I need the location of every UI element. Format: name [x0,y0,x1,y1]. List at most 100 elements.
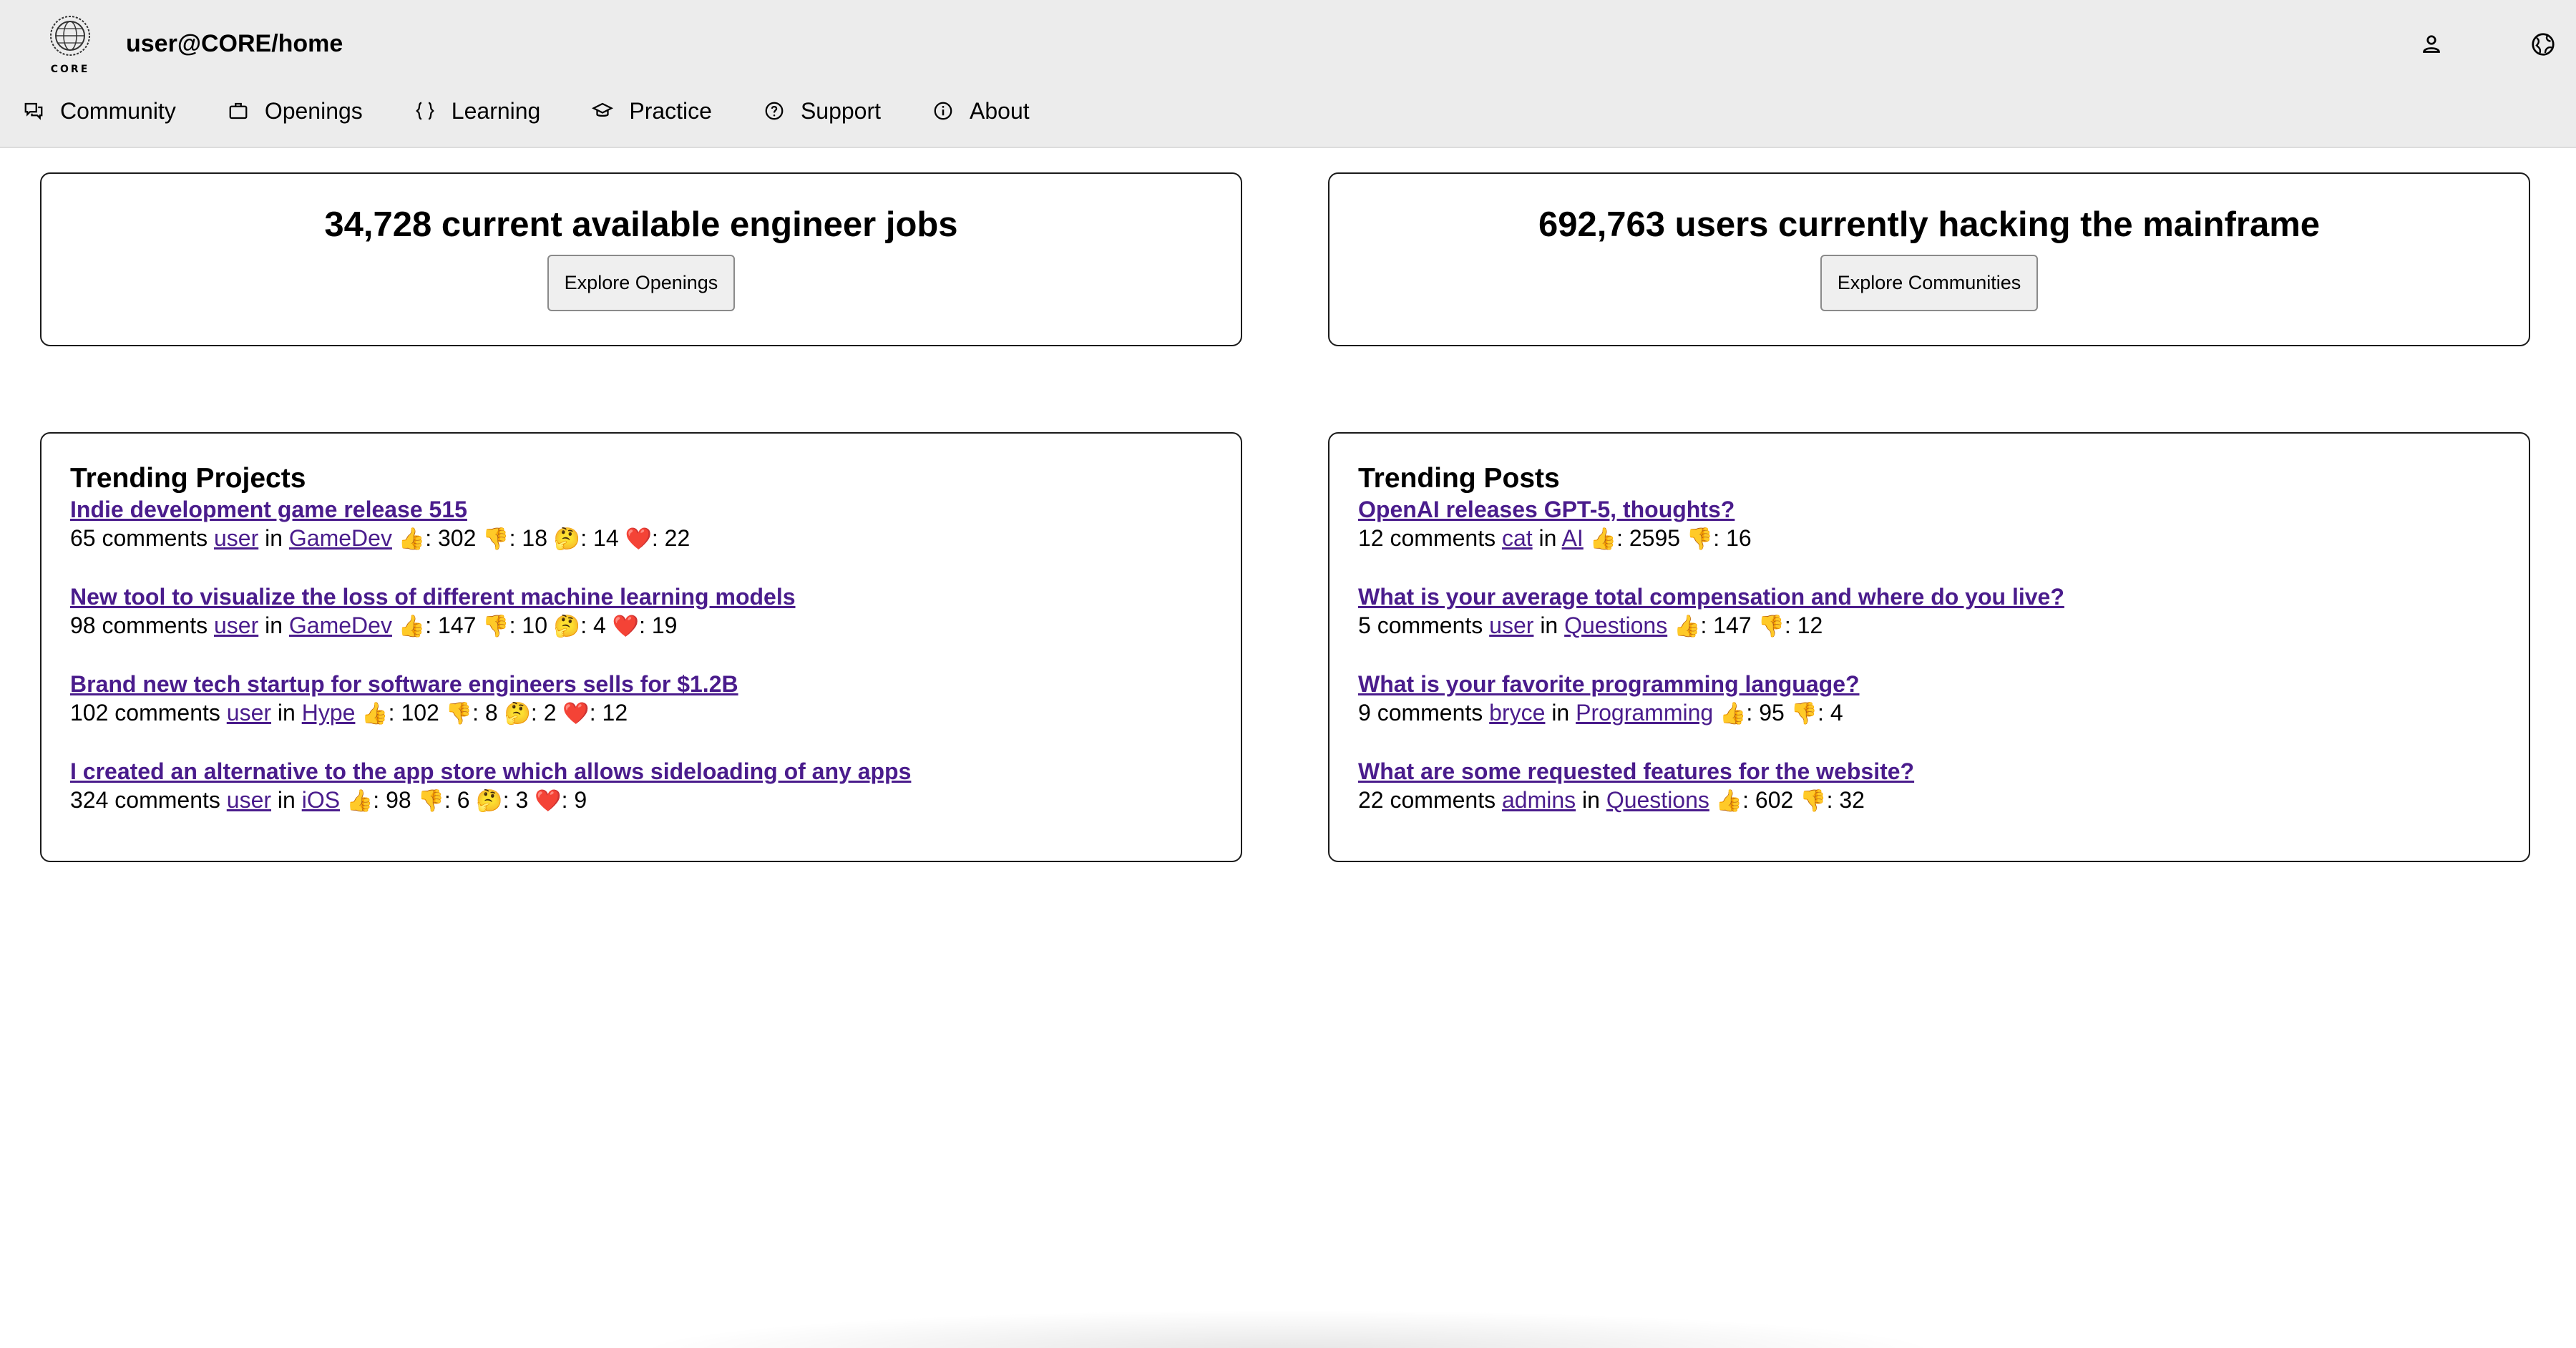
heart-count: 19 [651,612,678,638]
dislike-count: 6 [457,787,470,813]
nav-community[interactable]: Community [23,98,176,124]
post-title-link[interactable]: What is your average total compensation … [1358,582,2500,611]
like-count: 602 [1755,787,1794,813]
author-link[interactable]: bryce [1489,700,1545,726]
separator: : [502,787,516,813]
nav-practice-label: Practice [629,97,712,124]
thumbs-up-icon: 👍 [398,527,426,552]
project-title-link[interactable]: I created an alternative to the app stor… [70,757,1212,786]
comment-count: 5 comments [1358,612,1483,638]
thumbs-down-icon: 👎 [1790,701,1818,726]
separator: : [1700,612,1714,638]
users-stat-card: 692,763 users currently hacking the main… [1328,172,2530,346]
user-icon[interactable] [2419,31,2444,57]
nav-learning[interactable]: Learning [414,98,540,124]
trending-posts-title: Trending Posts [1358,463,1560,494]
author-link[interactable]: cat [1502,525,1533,551]
author-link[interactable]: user [227,700,271,726]
separator: : [530,700,544,726]
nav-support[interactable]: Support [763,98,881,124]
author-link[interactable]: user [227,787,271,813]
jobs-stat-title: 34,728 current available engineer jobs [324,205,958,244]
nav-about-label: About [970,97,1030,124]
thinking-count: 2 [543,700,557,726]
thinking-face-icon: 🤔 [553,614,581,639]
author-link[interactable]: admins [1502,787,1576,813]
community-link[interactable]: iOS [302,787,340,813]
comment-count: 98 comments [70,612,208,638]
list-item: I created an alternative to the app stor… [70,757,1212,816]
explore-communities-button[interactable]: Explore Communities [1820,254,2039,311]
comment-count: 102 comments [70,700,220,726]
help-circle-icon [765,102,784,120]
separator: : [1742,787,1755,813]
community-link[interactable]: Questions [1564,612,1667,638]
comment-count: 22 comments [1358,787,1496,813]
dislike-count: 10 [522,612,547,638]
post-meta: 12 comments cat in AI 👍: 2595 👎: 16 [1358,524,2500,554]
site-title[interactable]: user@CORE/home [126,30,343,58]
nav-practice[interactable]: Practice [592,98,712,124]
post-title-link[interactable]: What are some requested features for the… [1358,757,2500,786]
like-count: 302 [437,525,477,551]
community-link[interactable]: GameDev [289,612,392,638]
separator: : [472,700,485,726]
community-link[interactable]: Programming [1576,700,1713,726]
nav-openings-label: Openings [264,97,363,124]
community-link[interactable]: Questions [1606,787,1709,813]
top-header: CORE user@CORE/home Community Openings L… [0,0,2576,148]
separator: : [639,612,652,638]
in-label: in [1540,612,1558,638]
bottom-shadow [630,1309,1946,1348]
trending-projects-title: Trending Projects [70,463,306,494]
project-title-link[interactable]: Indie development game release 515 [70,495,1212,524]
thumbs-down-icon: 👎 [1686,527,1714,552]
thumbs-up-icon: 👍 [361,701,389,726]
heart-icon: ❤️ [562,701,590,726]
post-title-link[interactable]: OpenAI releases GPT-5, thoughts? [1358,495,2500,524]
thumbs-up-icon: 👍 [346,788,374,814]
nav-about[interactable]: About [932,98,1030,124]
author-link[interactable]: user [214,525,258,551]
list-item: Brand new tech startup for software engi… [70,670,1212,728]
jobs-stat-card: 34,728 current available engineer jobs E… [40,172,1242,346]
briefcase-icon [229,102,248,119]
community-link[interactable]: GameDev [289,525,392,551]
project-title-link[interactable]: New tool to visualize the loss of differ… [70,582,1212,611]
separator: : [444,787,457,813]
separator: : [580,612,594,638]
thinking-face-icon: 🤔 [476,788,503,814]
heart-icon: ❤️ [625,527,652,552]
braces-icon [415,102,434,120]
chat-icon [24,102,43,120]
list-item: What is your favorite programming langua… [1358,670,2500,728]
post-meta: 5 comments user in Questions 👍: 147 👎: 1… [1358,611,2500,641]
author-link[interactable]: user [214,612,258,638]
nav-support-label: Support [800,97,882,124]
in-label: in [1538,525,1557,551]
project-title-link[interactable]: Brand new tech startup for software engi… [70,670,1212,698]
post-title-link[interactable]: What is your favorite programming langua… [1358,670,2500,698]
in-label: in [1582,787,1600,813]
users-stat-title: 692,763 users currently hacking the main… [1538,205,2321,244]
community-link[interactable]: AI [1562,525,1584,551]
in-label: in [265,525,283,551]
core-logo[interactable]: CORE [44,14,96,75]
globe-icon[interactable] [2530,31,2556,57]
thumbs-up-icon: 👍 [1719,701,1747,726]
graduation-cap-icon [592,102,614,117]
project-meta: 98 comments user in GameDev 👍: 147 👎: 10… [70,611,1212,641]
separator: : [580,525,594,551]
nav-openings[interactable]: Openings [228,98,363,124]
author-link[interactable]: user [1489,612,1533,638]
like-count: 98 [386,787,411,813]
thinking-count: 3 [515,787,529,813]
community-link[interactable]: Hype [302,700,356,726]
thumbs-down-icon: 👎 [445,701,473,726]
separator: : [388,700,401,726]
like-count: 95 [1759,700,1785,726]
globe-seal-icon [50,16,90,56]
explore-openings-button[interactable]: Explore Openings [547,254,736,311]
thinking-face-icon: 🤔 [504,701,531,726]
dislike-count: 12 [1797,612,1823,638]
